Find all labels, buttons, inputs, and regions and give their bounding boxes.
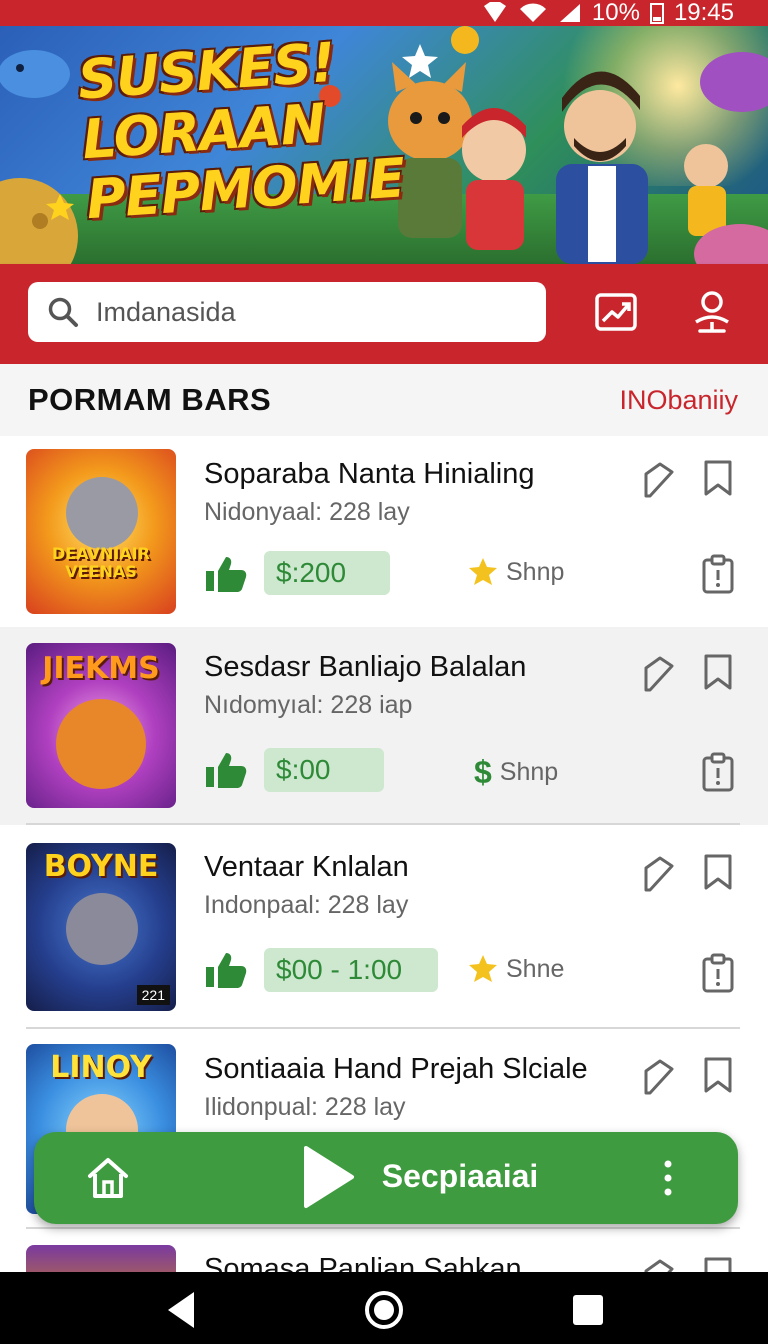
item-title: Sesdasr Banliajo Balalan — [204, 651, 527, 683]
bookmark-icon[interactable] — [698, 652, 738, 692]
app-screen: 10% 19:45 SUSKES! LORAAN PEPMOMIE Imdana… — [0, 0, 768, 1344]
back-icon[interactable] — [160, 1288, 204, 1332]
thumbnail-caption: JIEKMS — [42, 651, 160, 686]
tag-icon[interactable] — [638, 654, 678, 694]
home-icon[interactable] — [84, 1154, 132, 1202]
price-badge: $:200 — [264, 551, 390, 595]
home-icon[interactable] — [362, 1288, 406, 1332]
trending-button[interactable] — [592, 288, 640, 336]
rating-label: Shnp — [499, 758, 559, 786]
profile-icon — [695, 291, 729, 333]
clipboard-icon[interactable] — [698, 752, 738, 792]
item-title: Ventaar Knlalan — [204, 851, 409, 883]
clipboard-icon[interactable] — [698, 554, 738, 594]
trending-chart-icon — [595, 293, 637, 331]
tag-icon[interactable] — [638, 460, 678, 500]
section-header: PORMAM BARS INObaniiy — [0, 364, 768, 436]
rating: Shne — [468, 954, 564, 984]
list-item[interactable]: BOYNE 221 Ventaar Knlalan Indonpaal: 228… — [0, 827, 768, 1029]
search-icon — [48, 297, 78, 327]
tag-icon[interactable] — [638, 854, 678, 894]
thumbs-up-icon[interactable] — [204, 749, 252, 789]
signal-diamond-icon — [483, 2, 506, 22]
thumbs-up-icon[interactable] — [204, 949, 252, 989]
price-badge: $:00 — [264, 748, 384, 792]
item-title: Soparaba Nanta Hinialing — [204, 458, 535, 490]
bookmark-icon[interactable] — [698, 458, 738, 498]
item-subtitle: Indonpaal: 228 lay — [204, 891, 409, 919]
battery-icon — [649, 3, 664, 24]
item-subtitle: Nidonyaal: 228 lay — [204, 498, 410, 526]
star-icon — [469, 558, 497, 585]
thumbnail-badge: 221 — [136, 985, 170, 1005]
divider — [26, 823, 740, 825]
thumbnail-caption: LINOY — [50, 1050, 152, 1085]
clock: 19:45 — [673, 0, 734, 26]
search-header — [0, 264, 768, 364]
thumbnail-character — [66, 477, 138, 549]
star-icon — [469, 955, 497, 982]
battery-percent: 10% — [591, 0, 640, 26]
floating-action-bar: Secpiaaiai — [34, 1132, 738, 1224]
bookmark-icon[interactable] — [698, 852, 738, 892]
recents-icon[interactable] — [566, 1288, 610, 1332]
price-badge: $00 - 1:00 — [264, 948, 438, 992]
section-title: PORMAM BARS — [28, 382, 272, 417]
item-subtitle: Nıdomyıal: 228 iap — [204, 691, 413, 719]
item-thumbnail: DEAVNIAIR VEENAS — [26, 449, 176, 614]
thumbs-up-icon[interactable] — [204, 553, 252, 593]
item-title: Sontiaaia Hand Prejah Slciale — [204, 1053, 588, 1085]
rating-label: Shne — [506, 954, 565, 983]
thumbnail-character — [56, 699, 146, 789]
list-item[interactable]: JIEKMS Sesdasr Banliajo Balalan Nıdomyıa… — [0, 627, 768, 825]
thumbnail-character — [66, 893, 138, 965]
banner-title: SUSKES! LORAAN PEPMOMIE — [76, 30, 406, 231]
thumbnail-caption: BOYNE — [43, 849, 159, 884]
list-item[interactable]: DEAVNIAIR VEENAS Soparaba Nanta Hinialin… — [0, 436, 768, 634]
more-vert-icon[interactable] — [656, 1158, 680, 1198]
clipboard-icon[interactable] — [698, 953, 738, 993]
rating: $ Shnp — [474, 754, 558, 791]
profile-button[interactable] — [688, 288, 736, 336]
search-input[interactable] — [96, 296, 516, 328]
thumbnail-caption: DEAVNIAIR VEENAS — [52, 544, 150, 581]
fab-label[interactable]: Secpiaaiai — [344, 1158, 576, 1195]
system-nav-bar — [0, 1272, 768, 1344]
section-more-link[interactable]: INObaniiy — [619, 385, 738, 416]
wifi-icon — [519, 3, 546, 22]
item-subtitle: Ilidonpual: 228 lay — [204, 1093, 406, 1121]
tag-icon[interactable] — [638, 1057, 678, 1097]
search-bar[interactable] — [28, 282, 546, 342]
item-thumbnail: JIEKMS — [26, 643, 176, 808]
cell-signal-icon — [559, 4, 580, 22]
dollar-icon: $ — [474, 754, 492, 790]
promo-banner[interactable]: SUSKES! LORAAN PEPMOMIE — [0, 26, 768, 264]
item-thumbnail: BOYNE 221 — [26, 843, 176, 1011]
bookmark-icon[interactable] — [698, 1055, 738, 1095]
rating-label: Shnp — [506, 557, 565, 586]
status-bar: 10% 19:45 — [0, 0, 768, 26]
rating: Shnp — [468, 557, 564, 587]
